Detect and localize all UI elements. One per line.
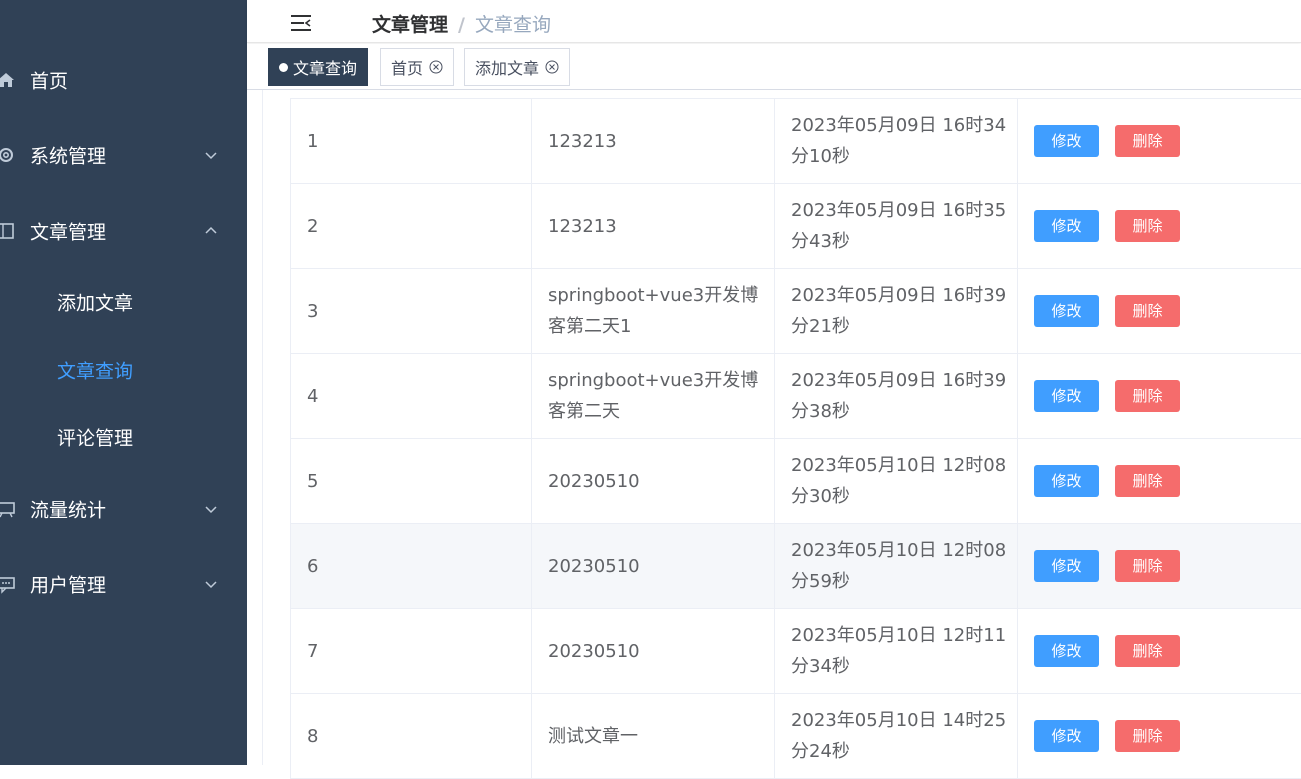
tag-home[interactable]: 首页 <box>380 48 455 86</box>
cell-title: 123213 <box>532 99 775 183</box>
sidebar-item-label: 文章管理 <box>30 221 107 244</box>
cell-actions: 修改 删除 <box>1018 524 1301 608</box>
cell-actions: 修改 删除 <box>1018 354 1301 438</box>
cell-time: 2023年05月10日 12时08分30秒 <box>775 439 1018 523</box>
edit-button[interactable]: 修改 <box>1034 210 1099 242</box>
table-row: 3 springboot+vue3开发博客第二天1 2023年05月09日 16… <box>291 269 1301 354</box>
tag-article-query[interactable]: 文章查询 <box>268 48 369 86</box>
delete-button[interactable]: 删除 <box>1115 720 1180 752</box>
cell-title: 测试文章一 <box>532 694 775 778</box>
cell-time: 2023年05月10日 12时11分34秒 <box>775 609 1018 693</box>
home-icon <box>0 73 14 87</box>
sidebar-item-articles[interactable]: 文章管理 <box>0 203 247 259</box>
cell-id: 1 <box>291 99 532 183</box>
delete-button[interactable]: 删除 <box>1115 125 1180 157</box>
cell-id: 8 <box>291 694 532 778</box>
tag-label: 添加文章 <box>475 59 540 78</box>
chevron-down-icon <box>205 152 217 160</box>
cell-time: 2023年05月09日 16时34分10秒 <box>775 99 1018 183</box>
cell-id: 3 <box>291 269 532 353</box>
cell-id: 6 <box>291 524 532 608</box>
table-row: 2 123213 2023年05月09日 16时35分43秒 修改 删除 <box>291 184 1301 269</box>
table-row: 4 springboot+vue3开发博客第二天 2023年05月09日 16时… <box>291 354 1301 439</box>
sidebar-item-system[interactable]: 系统管理 <box>0 127 247 183</box>
edit-button[interactable]: 修改 <box>1034 635 1099 667</box>
active-dot-icon <box>279 62 288 72</box>
cell-id: 4 <box>291 354 532 438</box>
hamburger-icon[interactable] <box>291 14 311 32</box>
tag-label: 首页 <box>391 59 424 78</box>
breadcrumb-separator: / <box>458 14 465 36</box>
comment-icon <box>0 577 15 594</box>
edit-button[interactable]: 修改 <box>1034 125 1099 157</box>
cell-id: 5 <box>291 439 532 523</box>
cell-time: 2023年05月09日 16时39分38秒 <box>775 354 1018 438</box>
sidebar-subitem-label: 评论管理 <box>57 427 134 450</box>
article-table: 1 123213 2023年05月09日 16时34分10秒 修改 删除 2 1… <box>290 98 1301 779</box>
sidebar-item-users[interactable]: 用户管理 <box>0 556 247 612</box>
table-row: 7 20230510 2023年05月10日 12时11分34秒 修改 删除 <box>291 609 1301 694</box>
chevron-down-icon <box>205 581 217 589</box>
chevron-down-icon <box>205 506 217 514</box>
sidebar-subitem-label: 文章查询 <box>57 360 134 383</box>
cell-title: springboot+vue3开发博客第二天1 <box>532 269 775 353</box>
sidebar-item-home[interactable]: 首页 <box>0 52 247 108</box>
table-row-hovered: 6 20230510 2023年05月10日 12时08分59秒 修改 删除 <box>291 524 1301 609</box>
tags-view: 文章查询 首页 添加文章 <box>247 44 1301 90</box>
edit-button[interactable]: 修改 <box>1034 380 1099 412</box>
sidebar-subitem-comment-management[interactable]: 评论管理 <box>0 409 247 465</box>
cell-actions: 修改 删除 <box>1018 694 1301 778</box>
sidebar-subitem-add-article[interactable]: 添加文章 <box>0 274 247 330</box>
document-icon <box>0 223 14 239</box>
table-row: 5 20230510 2023年05月10日 12时08分30秒 修改 删除 <box>291 439 1301 524</box>
tag-add-article[interactable]: 添加文章 <box>464 48 571 86</box>
cell-actions: 修改 删除 <box>1018 609 1301 693</box>
edit-button[interactable]: 修改 <box>1034 720 1099 752</box>
cell-actions: 修改 删除 <box>1018 184 1301 268</box>
sidebar-item-label: 用户管理 <box>30 574 107 597</box>
breadcrumb-item-current: 文章查询 <box>474 14 551 36</box>
sidebar-item-traffic[interactable]: 流量统计 <box>0 481 247 537</box>
cell-title: 20230510 <box>532 609 775 693</box>
edit-button[interactable]: 修改 <box>1034 550 1099 582</box>
sidebar: 首页 系统管理 文章管理 添加文章 文章查询 评论管理 流量统计 用户管理 <box>0 0 247 765</box>
top-navbar: 文章管理 / 文章查询 <box>247 0 1301 43</box>
close-icon[interactable] <box>545 60 559 74</box>
cell-actions: 修改 删除 <box>1018 439 1301 523</box>
chevron-up-icon <box>205 226 217 234</box>
tag-label: 文章查询 <box>293 59 358 78</box>
cell-id: 7 <box>291 609 532 693</box>
cell-title: 123213 <box>532 184 775 268</box>
cell-id: 2 <box>291 184 532 268</box>
breadcrumb-item-article-management[interactable]: 文章管理 <box>372 14 448 36</box>
delete-button[interactable]: 删除 <box>1115 465 1180 497</box>
cell-title: 20230510 <box>532 524 775 608</box>
cell-actions: 修改 删除 <box>1018 99 1301 183</box>
table-row: 8 测试文章一 2023年05月10日 14时25分24秒 修改 删除 <box>291 694 1301 779</box>
sidebar-item-label: 首页 <box>30 70 69 93</box>
presentation-icon <box>0 502 15 518</box>
breadcrumb: 文章管理 / 文章查询 <box>372 10 551 37</box>
cell-actions: 修改 删除 <box>1018 269 1301 353</box>
cell-time: 2023年05月10日 14时25分24秒 <box>775 694 1018 778</box>
table-row: 1 123213 2023年05月09日 16时34分10秒 修改 删除 <box>291 99 1301 184</box>
cell-time: 2023年05月09日 16时39分21秒 <box>775 269 1018 353</box>
sidebar-subitem-label: 添加文章 <box>57 292 134 315</box>
sidebar-subitem-article-query[interactable]: 文章查询 <box>0 342 247 398</box>
delete-button[interactable]: 删除 <box>1115 550 1180 582</box>
edit-button[interactable]: 修改 <box>1034 295 1099 327</box>
delete-button[interactable]: 删除 <box>1115 635 1180 667</box>
delete-button[interactable]: 删除 <box>1115 295 1180 327</box>
cell-time: 2023年05月10日 12时08分59秒 <box>775 524 1018 608</box>
cell-title: 20230510 <box>532 439 775 523</box>
close-icon[interactable] <box>429 60 443 74</box>
cell-title: springboot+vue3开发博客第二天 <box>532 354 775 438</box>
delete-button[interactable]: 删除 <box>1115 210 1180 242</box>
delete-button[interactable]: 删除 <box>1115 380 1180 412</box>
gear-icon <box>0 148 13 162</box>
sidebar-item-label: 流量统计 <box>30 499 107 522</box>
cell-time: 2023年05月09日 16时35分43秒 <box>775 184 1018 268</box>
sidebar-item-label: 系统管理 <box>30 145 107 168</box>
edit-button[interactable]: 修改 <box>1034 465 1099 497</box>
